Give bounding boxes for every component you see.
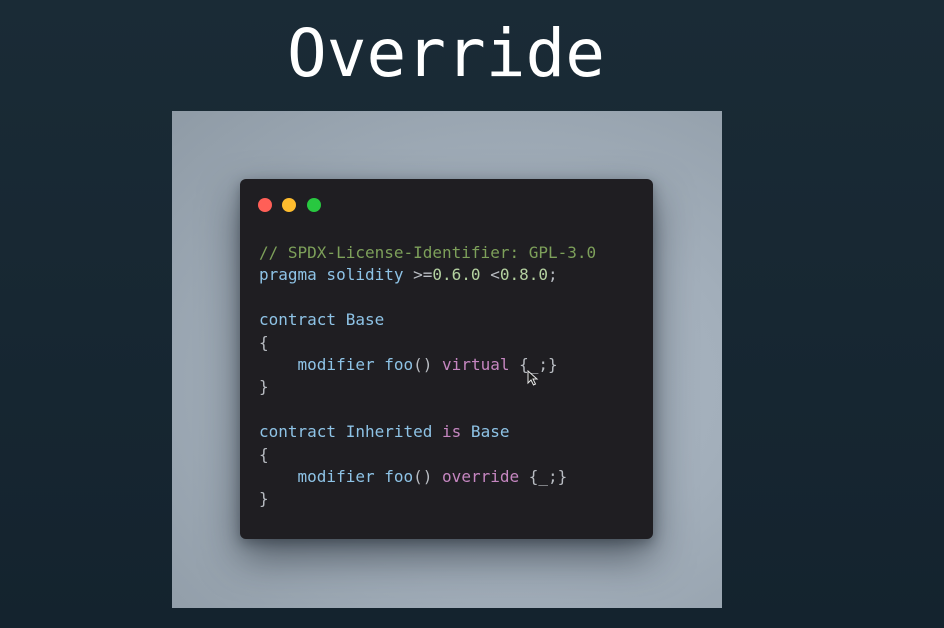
code-token-number: 0.8.0	[499, 265, 548, 285]
code-token-modifier: override	[442, 466, 520, 486]
minimize-dot-icon	[282, 198, 296, 212]
code-token-punct: }	[259, 489, 269, 509]
code-line: }	[259, 376, 596, 398]
code-line: modifier foo() override {_;}	[259, 466, 596, 488]
code-token-punct: >=	[413, 265, 433, 285]
code-token-punct: ;	[548, 265, 558, 285]
mouse-pointer-icon	[527, 370, 539, 386]
code-line: }	[259, 488, 596, 510]
code-token-keyword: Base	[461, 422, 510, 442]
code-line: modifier foo() virtual {_;}	[259, 354, 596, 376]
code-line: // SPDX-License-Identifier: GPL-3.0	[259, 242, 596, 264]
code-window: // SPDX-License-Identifier: GPL-3.0 pragm…	[240, 179, 653, 539]
code-line: {	[259, 444, 596, 466]
code-token-modifier: is	[442, 422, 462, 442]
code-token-punct: {_;}	[519, 466, 568, 486]
code-token-punct: ()	[413, 466, 443, 486]
code-token-punct: }	[259, 377, 269, 397]
maximize-dot-icon	[307, 198, 321, 212]
code-token-modifier: virtual	[442, 354, 510, 374]
code-screenshot-panel: // SPDX-License-Identifier: GPL-3.0 pragm…	[172, 111, 722, 608]
code-token-punct: {	[259, 444, 269, 464]
code-token-keyword: modifier	[259, 466, 385, 486]
code-token-punct: ()	[413, 354, 443, 374]
code-token-ident: foo	[384, 466, 414, 486]
code-block: // SPDX-License-Identifier: GPL-3.0 pragm…	[259, 242, 596, 511]
slide-title: Override	[287, 15, 605, 92]
code-line: {	[259, 332, 596, 354]
close-dot-icon	[258, 198, 272, 212]
code-token-ident: foo	[384, 354, 414, 374]
code-token-punct: <	[480, 265, 500, 285]
code-token-keyword: contract Inherited	[259, 422, 443, 442]
code-line: pragma solidity >=0.6.0 <0.8.0;	[259, 264, 596, 286]
code-token-keyword: pragma solidity	[259, 265, 414, 285]
code-token-keyword: contract Base	[259, 310, 385, 330]
code-token-number: 0.6.0	[432, 265, 481, 285]
code-token-punct: {	[259, 332, 269, 352]
code-token-comment: // SPDX-License-Identifier: GPL-3.0	[259, 243, 597, 262]
code-token-keyword: modifier	[259, 354, 385, 374]
code-line: contract Inherited is Base	[259, 421, 596, 443]
code-line: contract Base	[259, 309, 596, 331]
